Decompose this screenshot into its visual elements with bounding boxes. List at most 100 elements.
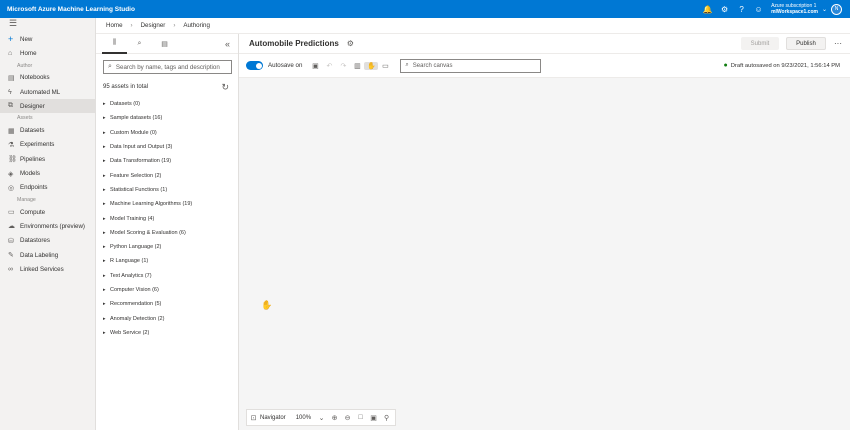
link-icon: ∞ (8, 265, 13, 273)
publish-button[interactable]: Publish (786, 37, 826, 50)
category-item[interactable]: ▸ Model Scoring & Evaluation (6) (96, 226, 238, 240)
canvas-search-placeholder: Search canvas (412, 62, 453, 69)
save-icon[interactable]: ▣ (308, 62, 322, 70)
asset-search-input[interactable]: ⌕ Search by name, tags and description (103, 60, 232, 74)
comment-icon[interactable]: ▭ (378, 62, 392, 70)
undo-icon[interactable]: ↶ (322, 62, 336, 70)
category-item[interactable]: ▸ Anomaly Detection (2) (96, 311, 238, 325)
category-label: Sample datasets (16) (110, 115, 163, 122)
pan-hand-icon[interactable]: ✋ (364, 61, 379, 70)
help-icon[interactable]: ? (733, 5, 750, 14)
designer-icon: ⧉ (8, 102, 13, 110)
nav-models[interactable]: ◈ Models (0, 166, 95, 180)
tab-search[interactable]: ⌕ (127, 34, 152, 54)
nav-experiments[interactable]: ⚗ Experiments (0, 138, 95, 152)
nav-datasets-label: Datasets (20, 127, 45, 135)
delete-icon[interactable]: ▥ (350, 62, 364, 70)
zoom-in-icon[interactable]: ⊕ (328, 414, 341, 422)
expand-triangle-icon: ▸ (103, 158, 106, 165)
smiley-icon[interactable]: ☺ (750, 5, 767, 14)
category-item[interactable]: ▸ Web Service (2) (96, 326, 238, 340)
category-item[interactable]: ▸ R Language (1) (96, 254, 238, 268)
bell-icon[interactable]: 🔔 (699, 5, 716, 14)
nav-designer[interactable]: ⧉ Designer (0, 99, 95, 114)
monitor-icon: ▭ (8, 209, 15, 217)
nav-datastores-label: Datastores (20, 237, 50, 245)
nav-datasets[interactable]: ▦ Datasets (0, 123, 95, 137)
category-item[interactable]: ▸ Custom Module (0) (96, 126, 238, 140)
document-icon: ▤ (161, 40, 168, 48)
nav-linked-services[interactable]: ∞ Linked Services (0, 262, 95, 276)
fit-to-screen-icon[interactable]: □ (354, 414, 367, 421)
category-item[interactable]: ▸ Model Training (4) (96, 211, 238, 225)
expand-triangle-icon: ▸ (103, 329, 106, 336)
search-icon: ⌕ (137, 39, 142, 47)
nav-home[interactable]: ⌂ Home (0, 46, 95, 60)
gear-icon[interactable]: ⚙ (716, 5, 733, 14)
settings-icon[interactable]: ⚙ (347, 39, 354, 48)
table-icon: ▦ (8, 127, 15, 135)
tab-asset-library[interactable]: ⫼ (102, 34, 127, 54)
category-item[interactable]: ▸ Machine Learning Algorithms (19) (96, 197, 238, 211)
expand-triangle-icon: ▸ (103, 287, 106, 293)
chevron-down-icon[interactable]: ⌄ (315, 414, 328, 422)
submit-button[interactable]: Submit (741, 37, 779, 50)
avatar[interactable]: N (831, 3, 842, 15)
nav-endpoints[interactable]: ◎ Endpoints (0, 181, 95, 195)
expand-triangle-icon: ▸ (103, 272, 106, 279)
pipeline-title[interactable]: Automobile Predictions (249, 39, 339, 48)
hamburger-icon[interactable]: ☰ (0, 18, 95, 32)
app-title[interactable]: Microsoft Azure Machine Learning Studio (0, 6, 135, 13)
actual-size-icon[interactable]: ▣ (367, 414, 380, 422)
category-item[interactable]: ▸ Data Transformation (19) (96, 154, 238, 168)
expand-triangle-icon: ▸ (103, 172, 106, 179)
nav-new[interactable]: + New (0, 32, 95, 46)
more-options-icon[interactable]: ··· (834, 39, 842, 48)
category-label: Anomaly Detection (2) (110, 315, 165, 322)
breadcrumb-separator-icon: › (173, 22, 176, 29)
nav-endpoints-label: Endpoints (20, 184, 48, 192)
navigator-icon[interactable]: ⊡ (247, 414, 260, 422)
auto-layout-icon[interactable]: ⚲ (380, 414, 393, 422)
nav-notebooks[interactable]: ▤ Notebooks (0, 71, 95, 85)
expand-triangle-icon: ▸ (103, 315, 106, 322)
nav-datastores[interactable]: ⛁ Datastores (0, 234, 95, 248)
designer-canvas[interactable]: Automobile Predictions ⚙ Submit Publish … (239, 34, 850, 430)
category-item[interactable]: ▸ Data Input and Output (3) (96, 140, 238, 154)
nav-pipelines[interactable]: ⛓ Pipelines (0, 152, 95, 166)
breadcrumb-home[interactable]: Home (106, 22, 123, 29)
nav-home-label: Home (20, 49, 37, 57)
zoom-out-icon[interactable]: ⊖ (341, 414, 354, 422)
nav-environments[interactable]: ☁ Environments (preview) (0, 219, 95, 233)
category-item[interactable]: ▸ Python Language (2) (96, 240, 238, 254)
section-author: Author (17, 62, 33, 69)
nav-compute[interactable]: ▭ Compute (0, 205, 95, 219)
autosave-toggle[interactable] (246, 61, 263, 70)
category-label: Statistical Functions (1) (110, 186, 168, 193)
zoom-level[interactable]: 100% (296, 415, 311, 421)
category-item[interactable]: ▸ Text Analytics (7) (96, 269, 238, 283)
category-item[interactable]: ▸ Feature Selection (2) (96, 168, 238, 182)
tab-properties[interactable]: ▤ (152, 34, 177, 54)
nav-automated-ml[interactable]: ϟ Automated ML (0, 85, 95, 99)
redo-icon[interactable]: ↷ (336, 62, 350, 70)
section-manage: Manage (17, 196, 36, 203)
autosave-label: Autosave on (268, 62, 303, 69)
category-item[interactable]: ▸ Datasets (0) (96, 97, 238, 111)
category-item[interactable]: ▸ Computer Vision (6) (96, 283, 238, 297)
category-item[interactable]: ▸ Recommendation (5) (96, 297, 238, 311)
subscription-info[interactable]: Azure subscription 1 mlWorkspace1.com (771, 3, 818, 15)
asset-library-panel: ⫼ ⌕ ▤ « ⌕ Search by name, tags and descr… (96, 34, 239, 430)
breadcrumb-designer[interactable]: Designer (141, 22, 166, 29)
collapse-panel-icon[interactable]: « (225, 39, 230, 49)
category-item[interactable]: ▸ Statistical Functions (1) (96, 183, 238, 197)
category-item[interactable]: ▸ Sample datasets (16) (96, 111, 238, 125)
canvas-search-input[interactable]: ⌕ Search canvas (400, 58, 542, 73)
category-list: ▸ Datasets (0) ▸ Sample datasets (16) ▸ Custo… (96, 97, 238, 340)
nav-data-labeling[interactable]: ✎ Data Labeling (0, 248, 95, 262)
expand-triangle-icon: ▸ (103, 115, 106, 122)
navigator-label[interactable]: Navigator (260, 415, 286, 421)
refresh-icon[interactable]: ↻ (221, 82, 229, 93)
category-label: Feature Selection (2) (110, 172, 162, 179)
chevron-down-icon[interactable]: ⌄ (822, 6, 827, 13)
